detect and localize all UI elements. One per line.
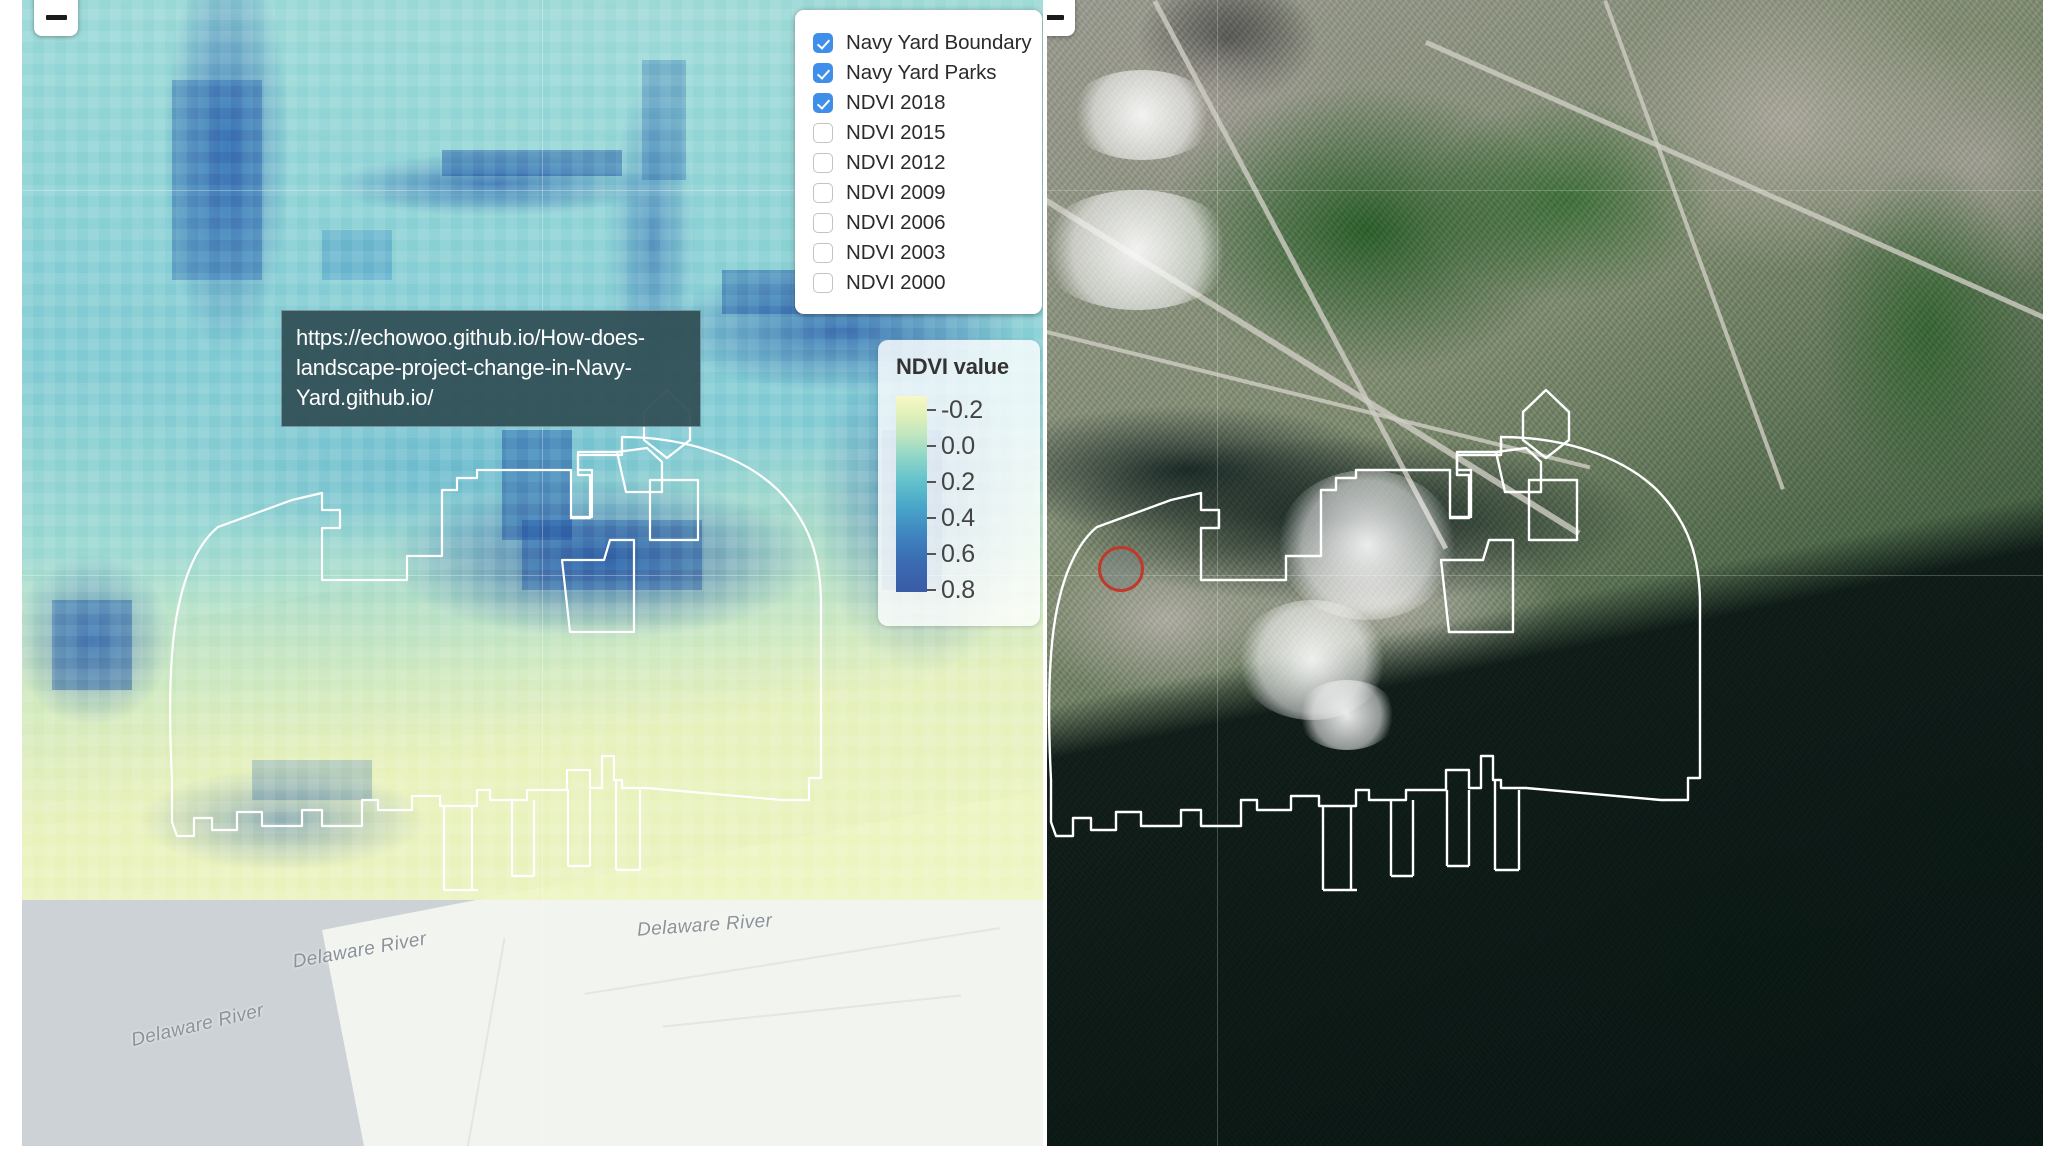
checkbox-ndvi-2012[interactable] — [813, 153, 833, 173]
checkbox-ndvi-2018[interactable] — [813, 93, 833, 113]
grid-line — [1047, 575, 2043, 576]
layer-label: NDVI 2012 — [846, 151, 945, 175]
tick-dash-icon — [927, 481, 936, 483]
legend-tick: 0.4 — [927, 508, 975, 528]
zoom-out-button-right[interactable] — [1047, 0, 1075, 36]
layer-label: NDVI 2006 — [846, 211, 945, 235]
layer-item-ndvi-2018[interactable]: NDVI 2018 — [813, 88, 1028, 118]
layer-item-ndvi-2006[interactable]: NDVI 2006 — [813, 208, 1028, 238]
checkbox-navy-yard-parks[interactable] — [813, 63, 833, 83]
legend-tick-label: -0.2 — [941, 396, 983, 425]
layer-label: NDVI 2009 — [846, 181, 945, 205]
layer-item-navy-yard-boundary[interactable]: Navy Yard Boundary — [813, 28, 1028, 58]
checkbox-navy-yard-boundary[interactable] — [813, 33, 833, 53]
legend-tick-label: 0.6 — [941, 540, 975, 569]
satellite-texture — [1047, 0, 2043, 1146]
red-circle-marker[interactable] — [1098, 546, 1144, 592]
legend-color-ramp — [896, 396, 927, 592]
layer-item-ndvi-2012[interactable]: NDVI 2012 — [813, 148, 1028, 178]
layer-label: NDVI 2000 — [846, 271, 945, 295]
checkbox-ndvi-2006[interactable] — [813, 213, 833, 233]
ndvi-map-panel[interactable]: Delaware River Delaware River Delaware R… — [22, 0, 1043, 1146]
tick-dash-icon — [927, 589, 936, 591]
map-comparison-app: Delaware River Delaware River Delaware R… — [0, 0, 2066, 1172]
legend-tick: -0.2 — [927, 400, 983, 420]
checkbox-ndvi-2003[interactable] — [813, 243, 833, 263]
tick-dash-icon — [927, 409, 936, 411]
layer-label: NDVI 2018 — [846, 91, 945, 115]
tick-dash-icon — [927, 553, 936, 555]
legend-tick: 0.8 — [927, 580, 975, 600]
layer-label: NDVI 2015 — [846, 121, 945, 145]
cloud — [1297, 680, 1397, 750]
status-bar-url-tooltip: https://echowoo.github.io/How-does-lands… — [281, 310, 701, 427]
minus-icon — [46, 15, 67, 20]
checkbox-ndvi-2000[interactable] — [813, 273, 833, 293]
legend-body: -0.2 0.0 0.2 0.4 — [896, 396, 1040, 592]
legend-tick-label: 0.8 — [941, 576, 975, 605]
checkbox-ndvi-2015[interactable] — [813, 123, 833, 143]
legend-tick: 0.0 — [927, 436, 975, 456]
legend-title: NDVI value — [896, 354, 1040, 380]
legend-tick-label: 0.4 — [941, 504, 975, 533]
map-panels-row: Delaware River Delaware River Delaware R… — [22, 0, 2043, 1146]
legend-tick-label: 0.2 — [941, 468, 975, 497]
layer-item-ndvi-2009[interactable]: NDVI 2009 — [813, 178, 1028, 208]
legend-tick-label: 0.0 — [941, 432, 975, 461]
layer-label: NDVI 2003 — [846, 241, 945, 265]
layer-item-navy-yard-parks[interactable]: Navy Yard Parks — [813, 58, 1028, 88]
grid-line — [1217, 0, 1218, 1146]
zoom-out-button-left[interactable] — [34, 0, 78, 36]
layer-item-ndvi-2015[interactable]: NDVI 2015 — [813, 118, 1028, 148]
grid-line — [1047, 190, 2043, 191]
tick-dash-icon — [927, 517, 936, 519]
layer-control-panel[interactable]: Navy Yard Boundary Navy Yard Parks NDVI … — [795, 10, 1042, 314]
layer-label: Navy Yard Parks — [846, 61, 996, 85]
legend-tick: 0.2 — [927, 472, 975, 492]
layer-item-ndvi-2000[interactable]: NDVI 2000 — [813, 268, 1028, 298]
satellite-map-panel[interactable] — [1047, 0, 2043, 1146]
ndvi-legend: NDVI value -0.2 0.0 — [878, 340, 1040, 626]
layer-item-ndvi-2003[interactable]: NDVI 2003 — [813, 238, 1028, 268]
legend-tick-list: -0.2 0.0 0.2 0.4 — [927, 396, 1037, 592]
cloud — [1067, 70, 1217, 160]
tick-dash-icon — [927, 445, 936, 447]
minus-icon — [1047, 15, 1064, 20]
legend-tick: 0.6 — [927, 544, 975, 564]
tile-gridline-vertical — [542, 0, 543, 1146]
checkbox-ndvi-2009[interactable] — [813, 183, 833, 203]
layer-label: Navy Yard Boundary — [846, 31, 1031, 55]
cloud — [1277, 470, 1457, 620]
